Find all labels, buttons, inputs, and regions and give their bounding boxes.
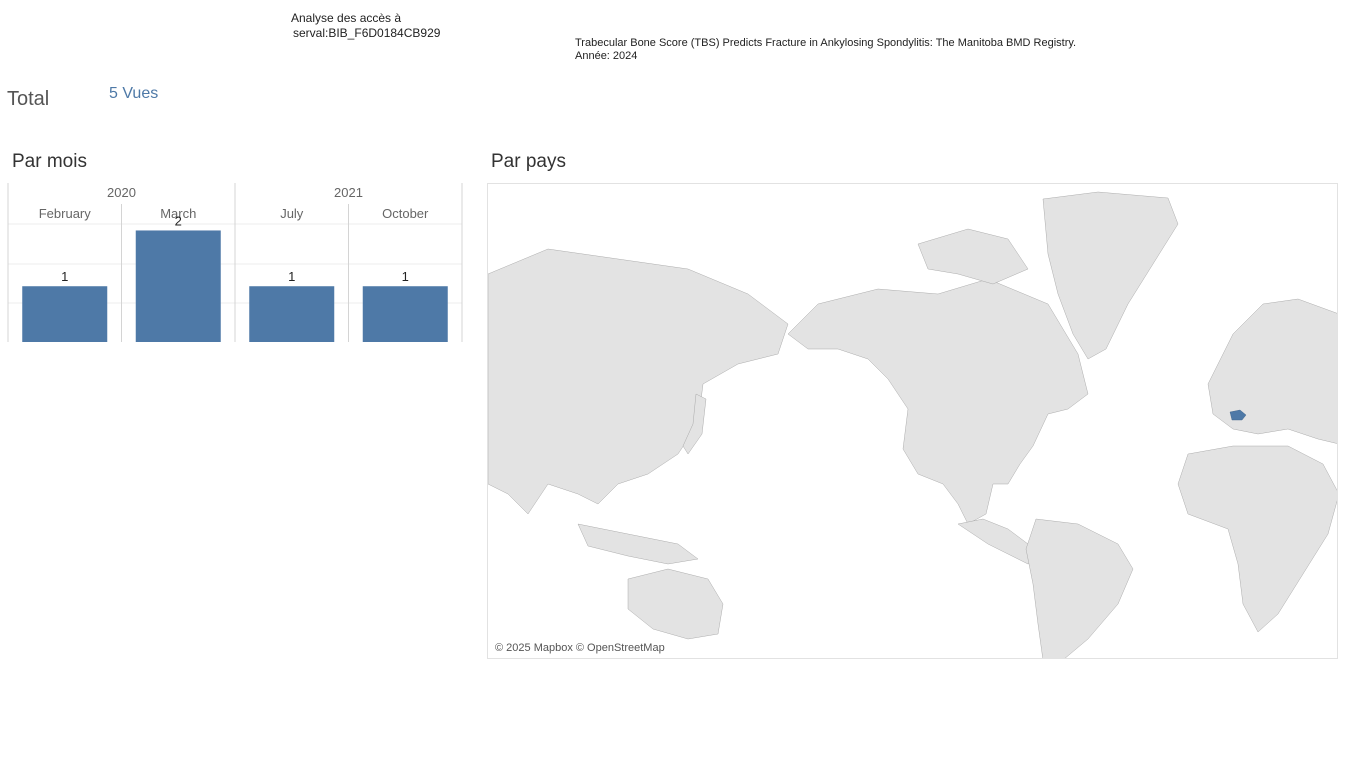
chart-month-label: July [280,206,304,221]
total-views-value: 5 Vues [109,85,159,102]
publication-year: Année: 2024 [575,50,638,62]
by-month-heading: Par mois [12,151,87,172]
chart-year-label: 2020 [107,185,136,200]
publication-title: Trabecular Bone Score (TBS) Predicts Fra… [575,37,1077,49]
chart-data-label: 1 [402,269,409,284]
map-land-europe [1207,298,1337,444]
map-attribution: © 2025 Mapbox © OpenStreetMap [495,642,665,654]
chart-data-label: 1 [288,269,295,284]
chart-month-label: October [382,206,429,221]
chart-month-label: February [39,206,92,221]
chart-bar [135,230,221,342]
page-title: Analyse des accès à serval:BIB_F6D0184CB… [291,11,440,41]
map-land-australia [627,568,724,640]
by-country-heading: Par pays [491,151,566,172]
map-land-central-america [957,518,1039,565]
monthly-views-bar-chart: 2020 2021February1March2 July1October1 [7,183,463,342]
page-title-line1: Analyse des accès à [291,11,402,25]
world-map[interactable] [487,183,1338,659]
map-land-indonesia [577,523,699,565]
map-land-north-america [787,278,1089,525]
page-title-line2: serval:BIB_F6D0184CB929 [293,26,441,40]
chart-bar [22,286,108,342]
map-land-asia [488,248,789,515]
map-land-arctic-islands [917,228,1029,285]
chart-data-label: 2 [175,213,182,228]
map-land-south-america [1025,518,1134,658]
total-label: Total [7,88,50,110]
chart-year-label: 2021 [334,185,363,200]
chart-data-label: 1 [61,269,68,284]
publication-info: Trabecular Bone Score (TBS) Predicts Fra… [575,37,1076,63]
chart-bar [249,286,335,342]
chart-bar [362,286,448,342]
world-map-canvas [488,191,1337,658]
map-land-africa [1177,445,1337,633]
